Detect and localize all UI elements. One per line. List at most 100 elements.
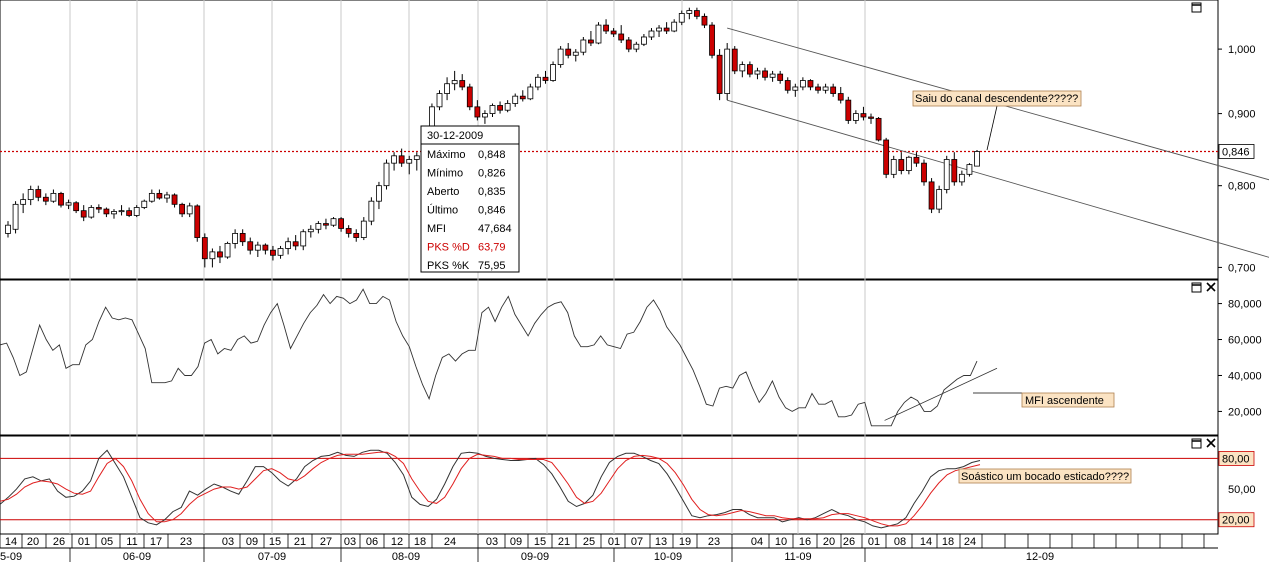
candle-body-up [595, 24, 602, 44]
candle-body-down [126, 210, 133, 216]
candle [383, 159, 390, 190]
x-tick-label-day: 20 [27, 536, 39, 548]
tooltip-row-label: Mínimo [427, 168, 463, 180]
candle-body-down [951, 159, 958, 183]
candle-body-down [247, 241, 254, 251]
candle-body-up [754, 70, 761, 75]
candle [845, 96, 852, 124]
tooltip-row-value: 0,848 [478, 149, 506, 161]
candle-body-down [156, 192, 163, 199]
candle-body-down [913, 156, 920, 164]
candle [224, 241, 231, 259]
candle-body-down [588, 39, 594, 44]
x-tick-label-month: 12-09 [1026, 551, 1054, 563]
candle-body-down [542, 76, 549, 81]
candle [943, 155, 950, 194]
x-tick-label-day: 08 [894, 536, 906, 548]
candle [368, 197, 375, 226]
mfi-panel-maximize-icon[interactable] [1191, 282, 1202, 293]
x-tick-label-month: 09-09 [521, 551, 549, 563]
candle-body-up [148, 192, 155, 202]
candle-body-down [603, 24, 609, 32]
x-tick-label-day: 03 [344, 536, 356, 548]
candle-body-down [860, 113, 867, 118]
stochastic-panel-maximize-icon[interactable] [1191, 438, 1202, 449]
x-tick-label-day: 24 [964, 536, 976, 548]
candle-body-up [550, 64, 556, 81]
x-tick-label-day: 11 [126, 536, 137, 548]
x-tick-label-day: 14 [5, 536, 17, 548]
candle-body-up [724, 48, 731, 94]
x-tick-label-day: 18 [942, 536, 954, 548]
candle-body-down [777, 73, 784, 81]
candle-body-down [693, 10, 700, 17]
candle-body-down [345, 228, 352, 234]
candle [731, 46, 738, 75]
candle-body-down [746, 64, 753, 75]
x-tick-label-day: 15 [534, 536, 546, 548]
candle-body-up [557, 48, 564, 66]
candle-body-down [716, 54, 723, 94]
candle-body-up [451, 80, 458, 85]
candle [921, 159, 927, 186]
candle-body-down [830, 86, 837, 94]
candle-body-up [300, 231, 307, 247]
candle-body-up [966, 164, 973, 175]
candle-body-down [353, 233, 360, 238]
candle-body-up [739, 64, 746, 72]
x-tick-label-day: 23 [180, 536, 192, 548]
candle-body-down [239, 233, 246, 243]
x-tick-label-day: 07 [631, 536, 643, 548]
x-tick-label-day: 14 [920, 536, 932, 548]
candle-body-down [95, 207, 102, 210]
chart-background [0, 0, 1269, 569]
candle-body-down [323, 223, 329, 226]
candle-body-up [769, 73, 776, 78]
candle-body-down [201, 237, 208, 260]
x-tick-label-month: 08-09 [392, 551, 420, 563]
candle-body-down [837, 93, 844, 101]
tooltip-row-label: MFI [427, 223, 446, 235]
candle-body-up [164, 194, 170, 199]
price-annotation-text: Saiu do canal descendente????? [915, 93, 1078, 105]
x-tick-label-month: 10-09 [654, 551, 682, 563]
candle [12, 201, 19, 234]
candle-body-down [625, 39, 632, 50]
candle-body-down [875, 117, 882, 141]
candle-body-up [133, 207, 140, 216]
price-panel-maximize-icon[interactable] [1191, 2, 1202, 13]
x-tick-label-month: 07-09 [258, 551, 286, 563]
x-tick-label-month: 06-09 [123, 551, 151, 563]
stochastic-annotation-text: Soástico um bocado esticado???? [961, 471, 1129, 483]
tooltip-row-label: PKS %D [427, 242, 470, 254]
x-tick-label-day: 12 [391, 536, 403, 548]
y-tick-label: 50,00 [1228, 484, 1256, 496]
mfi-annotation-text: MFI ascendente [1025, 395, 1104, 407]
x-tick-label-day: 27 [320, 536, 332, 548]
candle-body-up [974, 151, 980, 167]
candle-body-down [519, 95, 526, 100]
candle-body-up [535, 76, 541, 88]
candle-body-up [307, 228, 314, 233]
chart-canvas: 1,000 0,900 0,800 0,700 80,000 60,000 40,000 20… [0, 0, 1269, 569]
candle [974, 150, 980, 167]
candle-body-up [527, 86, 534, 100]
candle-body-up [65, 202, 72, 206]
x-tick-label-day: 01 [78, 536, 90, 548]
candle-body-down [883, 139, 890, 175]
x-tick-label-day: 01 [868, 536, 880, 548]
candle-body-down [709, 24, 715, 56]
candle-body-up [656, 27, 662, 32]
x-tick-label-day: 23 [708, 536, 720, 548]
candle-body-up [436, 93, 443, 108]
candle-body-down [921, 162, 927, 183]
candle-body-down [217, 251, 223, 258]
tooltip-row-label: Último [427, 204, 458, 217]
last-price-label: 0,846 [1222, 146, 1250, 158]
candle-body-down [815, 86, 821, 91]
candle-body-up [852, 113, 859, 121]
candle-body-down [171, 194, 178, 205]
stochastic-annotation: Soástico um bocado esticado???? [958, 468, 1132, 484]
tooltip-row-value: 0,835 [478, 186, 506, 198]
candle-body-up [315, 223, 322, 230]
